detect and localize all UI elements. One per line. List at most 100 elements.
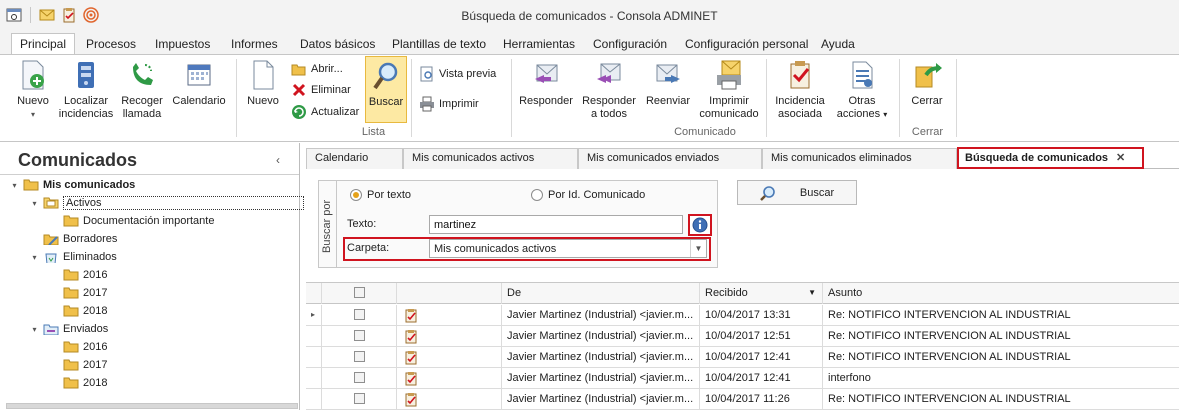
imprimir-comunicado-button[interactable]: Imprimir comunicado: [698, 59, 760, 121]
table-row[interactable]: Javier Martinez (Industrial) <javier.m..…: [306, 326, 1179, 347]
cell-recibido: 10/04/2017 12:41: [700, 368, 823, 389]
other-actions-icon: [846, 59, 878, 91]
folder-icon: [63, 287, 79, 299]
tree-item-enviados-2017[interactable]: 2017: [50, 357, 107, 373]
forward-icon: [652, 59, 684, 91]
tree-item-eliminados-2018[interactable]: 2018: [50, 303, 107, 319]
tab-principal[interactable]: Principal: [11, 33, 76, 55]
tree-item-mis-comunicados[interactable]: ▾ Mis comunicados: [10, 177, 135, 193]
cell-asunto: Re: NOTIFICO INTERVENCION AL INDUSTRIAL: [828, 393, 1071, 405]
doc-tab-mis-comunicados-eliminados[interactable]: Mis comunicados eliminados: [762, 148, 957, 169]
collapse-panel-icon[interactable]: ‹: [276, 153, 280, 167]
calendario-button[interactable]: Calendario: [170, 59, 228, 108]
close-tab-icon[interactable]: ✕: [1116, 152, 1125, 164]
vista-previa-button[interactable]: Vista previa: [419, 66, 496, 82]
incidencia-asociada-button[interactable]: Incidencia asociada: [772, 59, 828, 121]
document-tabs: Calendario Mis comunicados activos Mis c…: [306, 147, 1179, 169]
tree-item-activos[interactable]: ▾ Activos: [30, 195, 305, 211]
select-all-checkbox[interactable]: [322, 283, 397, 304]
nuevo-button[interactable]: Nuevo ▾: [14, 59, 52, 121]
tab-datos-basicos[interactable]: Datos básicos: [300, 34, 375, 54]
texto-input[interactable]: [429, 215, 683, 234]
buscar-ribbon-button[interactable]: Buscar: [365, 56, 407, 123]
actualizar-button[interactable]: Actualizar: [291, 104, 359, 120]
cell-asunto: Re: NOTIFICO INTERVENCION AL INDUSTRIAL: [828, 351, 1071, 363]
otras-acciones-button[interactable]: Otras acciones ▾: [832, 59, 892, 121]
tab-herramientas[interactable]: Herramientas: [503, 34, 575, 54]
table-row[interactable]: ▸ Javier Martinez (Industrial) <javier.m.…: [306, 305, 1179, 326]
table-row[interactable]: Javier Martinez (Industrial) <javier.m..…: [306, 389, 1179, 410]
grid-header: De Recibido ▼ Asunto: [306, 283, 1179, 304]
doc-tab-mis-comunicados-activos[interactable]: Mis comunicados activos: [403, 148, 578, 169]
window-title: Búsqueda de comunicados - Consola ADMINE…: [461, 9, 718, 23]
localizar-incidencias-button[interactable]: Localizar incidencias: [58, 59, 114, 121]
left-navigation-panel: Comunicados ‹ ▾ Mis comunicados ▾ Activo…: [0, 143, 305, 410]
header-recibido[interactable]: Recibido ▼: [700, 283, 823, 304]
recoger-llamada-button[interactable]: Recoger llamada: [118, 59, 166, 121]
cell-de: Javier Martinez (Industrial) <javier.m..…: [502, 326, 700, 347]
locate-incidents-icon: [70, 59, 102, 91]
ribbon-tabs: Principal Procesos Impuestos Informes Da…: [0, 30, 1179, 55]
row-checkbox[interactable]: [322, 305, 397, 326]
responder-a-todos-button[interactable]: Responder a todos: [580, 59, 638, 121]
folder-icon: [63, 359, 79, 371]
search-icon: [759, 185, 775, 201]
table-row[interactable]: Javier Martinez (Industrial) <javier.m..…: [306, 368, 1179, 389]
reenviar-button[interactable]: Reenviar: [644, 59, 692, 108]
cell-recibido: 10/04/2017 12:51: [700, 326, 823, 347]
radio-selected-icon: [350, 189, 362, 201]
blank-document-icon: [247, 59, 279, 91]
tree-item-enviados-2016[interactable]: 2016: [50, 339, 107, 355]
tree-item-enviados-2018[interactable]: 2018: [50, 375, 107, 391]
folder-icon: [63, 269, 79, 281]
recycle-bin-icon: [45, 253, 57, 263]
row-checkbox[interactable]: [322, 347, 397, 368]
doc-tab-calendario[interactable]: Calendario: [306, 148, 403, 169]
tree-item-eliminados-2016[interactable]: 2016: [50, 267, 107, 283]
chevron-down-icon[interactable]: ▼: [690, 240, 706, 257]
row-checkbox[interactable]: [322, 389, 397, 410]
collapse-icon[interactable]: ▾: [30, 325, 39, 334]
tab-procesos[interactable]: Procesos: [86, 34, 136, 54]
collapse-icon[interactable]: ▾: [30, 253, 39, 262]
info-button[interactable]: [688, 214, 712, 236]
tree-item-eliminados[interactable]: ▾ Eliminados: [30, 249, 117, 265]
imprimir-button[interactable]: Imprimir: [419, 96, 479, 112]
tree-item-documentacion-importante[interactable]: Documentación importante: [50, 213, 214, 229]
collapse-icon[interactable]: ▾: [10, 181, 19, 190]
header-icon-column[interactable]: [397, 283, 502, 304]
radio-por-id-comunicado[interactable]: Por Id. Comunicado: [531, 189, 645, 201]
nuevo-lista-button[interactable]: Nuevo: [244, 59, 282, 108]
message-icon: [397, 326, 502, 347]
row-checkbox[interactable]: [322, 326, 397, 347]
tree-item-enviados[interactable]: ▾ Enviados: [30, 321, 108, 337]
tree-item-eliminados-2017[interactable]: 2017: [50, 285, 107, 301]
radio-por-texto[interactable]: Por texto: [350, 189, 411, 201]
eliminar-button[interactable]: Eliminar: [291, 82, 351, 98]
header-de[interactable]: De: [502, 283, 700, 304]
horizontal-scrollbar[interactable]: [6, 403, 298, 409]
folder-open-icon: [291, 61, 307, 77]
carpeta-select[interactable]: Mis comunicados activos ▼: [429, 239, 707, 258]
buscar-button[interactable]: Buscar: [737, 180, 857, 205]
tab-configuracion[interactable]: Configuración: [593, 34, 667, 54]
cerrar-button[interactable]: Cerrar: [906, 59, 948, 108]
tree-item-borradores[interactable]: Borradores: [30, 231, 117, 247]
message-icon: [397, 347, 502, 368]
tab-plantillas-de-texto[interactable]: Plantillas de texto: [392, 34, 486, 54]
abrir-button[interactable]: Abrir...: [291, 61, 343, 77]
header-asunto[interactable]: Asunto: [823, 283, 1179, 304]
row-checkbox[interactable]: [322, 368, 397, 389]
preview-icon: [419, 66, 435, 82]
tab-ayuda[interactable]: Ayuda: [821, 34, 855, 54]
doc-tab-busqueda-de-comunicados[interactable]: Búsqueda de comunicados ✕: [957, 147, 1144, 169]
tab-impuestos[interactable]: Impuestos: [155, 34, 210, 54]
tab-configuracion-personal[interactable]: Configuración personal: [685, 34, 808, 54]
cell-de: Javier Martinez (Industrial) <javier.m..…: [502, 368, 700, 389]
message-icon: [397, 368, 502, 389]
responder-button[interactable]: Responder: [518, 59, 574, 108]
table-row[interactable]: Javier Martinez (Industrial) <javier.m..…: [306, 347, 1179, 368]
tab-informes[interactable]: Informes: [231, 34, 278, 54]
collapse-icon[interactable]: ▾: [30, 199, 39, 208]
doc-tab-mis-comunicados-enviados[interactable]: Mis comunicados enviados: [578, 148, 762, 169]
